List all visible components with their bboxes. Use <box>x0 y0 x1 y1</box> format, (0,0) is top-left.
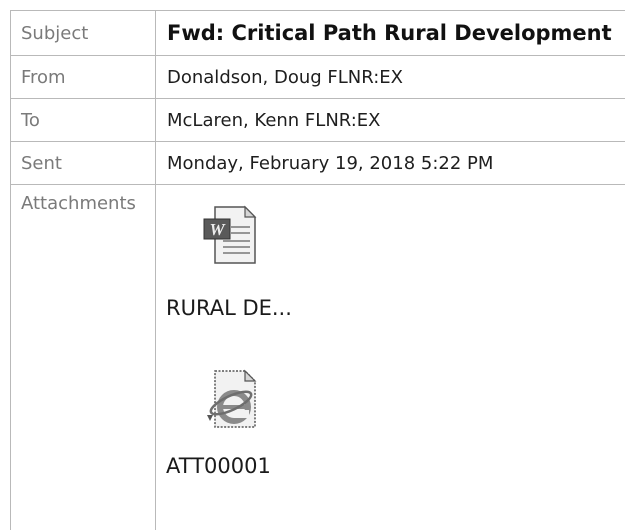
email-header-table: Subject Fwd: Critical Path Rural Develop… <box>10 10 625 530</box>
from-row: From Donaldson, Doug FLNR:EX <box>11 56 625 99</box>
to-row: To McLaren, Kenn FLNR:EX <box>11 99 625 142</box>
sent-value: Monday, February 19, 2018 5:22 PM <box>167 152 494 174</box>
subject-label: Subject <box>11 11 156 55</box>
attachments-row: Attachments W RURAL DE... ATT00001 <box>11 185 625 530</box>
from-label: From <box>11 56 156 98</box>
attachment-att00001[interactable]: ATT00001 <box>156 369 316 489</box>
to-value: McLaren, Kenn FLNR:EX <box>167 109 381 131</box>
subject-value: Fwd: Critical Path Rural Development <box>167 21 612 45</box>
word-document-icon: W <box>203 205 257 264</box>
attachments-list: W RURAL DE... ATT00001 <box>156 185 625 530</box>
svg-text:W: W <box>209 220 226 239</box>
to-label: To <box>11 99 156 141</box>
internet-explorer-document-icon <box>207 369 257 428</box>
attachments-label: Attachments <box>11 185 156 530</box>
sent-row: Sent Monday, February 19, 2018 5:22 PM <box>11 142 625 185</box>
from-value: Donaldson, Doug FLNR:EX <box>167 66 403 88</box>
sent-label: Sent <box>11 142 156 184</box>
attachment-name: ATT00001 <box>166 454 271 478</box>
subject-row: Subject Fwd: Critical Path Rural Develop… <box>11 11 625 56</box>
attachment-rural-de[interactable]: W RURAL DE... <box>156 205 316 325</box>
attachment-name: RURAL DE... <box>166 296 292 320</box>
